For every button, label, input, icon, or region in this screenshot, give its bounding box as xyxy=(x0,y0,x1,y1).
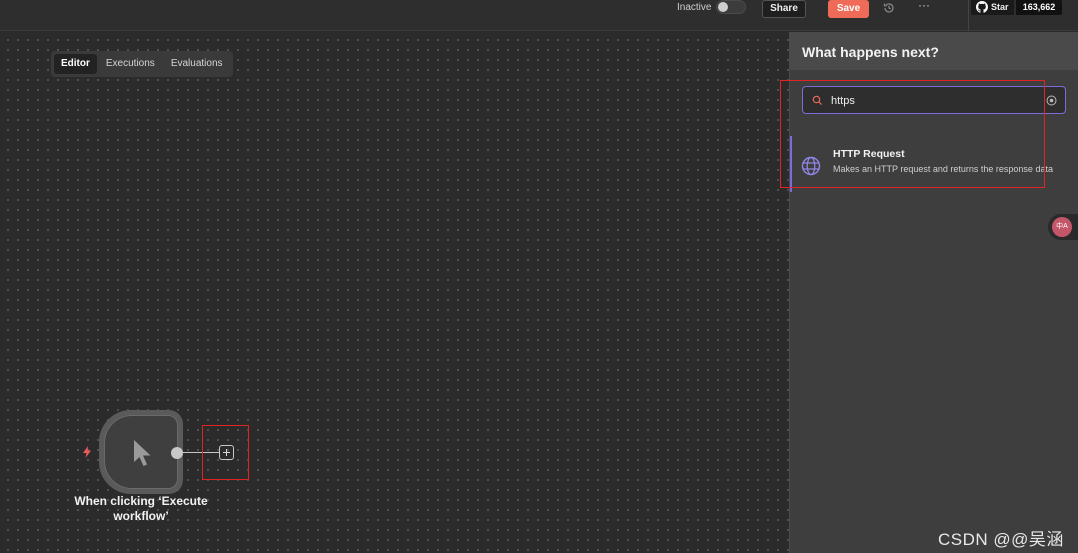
workflow-status-label: Inactive xyxy=(677,2,712,13)
toggle-knob xyxy=(718,2,728,12)
panel-title: What happens next? xyxy=(802,44,939,60)
active-toggle[interactable] xyxy=(716,0,746,14)
save-button[interactable]: Save xyxy=(828,0,869,18)
annotation-highlight-box xyxy=(780,80,1045,188)
tab-evaluations[interactable]: Evaluations xyxy=(164,54,230,74)
node-label: When clicking ‘Execute workflow’ xyxy=(74,494,208,523)
translate-icon: 中A xyxy=(1052,217,1072,237)
history-icon[interactable] xyxy=(882,1,896,15)
top-bar: Inactive Share Save ··· Star 163,662 xyxy=(0,0,1078,31)
node-output-handle[interactable] xyxy=(171,447,183,459)
cursor-icon xyxy=(134,440,151,466)
github-star-label: Star xyxy=(991,2,1009,12)
lightning-icon xyxy=(83,446,91,458)
topbar-divider xyxy=(968,0,969,31)
github-star-button[interactable]: Star xyxy=(971,0,1014,15)
share-button[interactable]: Share xyxy=(762,0,806,18)
node-body xyxy=(104,415,178,489)
github-star-count[interactable]: 163,662 xyxy=(1016,0,1062,15)
panel-header: What happens next? xyxy=(790,32,1078,70)
github-icon xyxy=(976,1,988,13)
clear-search-icon[interactable] xyxy=(1046,95,1057,106)
watermark: CSDN @@吴涵 xyxy=(938,530,1064,549)
tab-editor[interactable]: Editor xyxy=(54,54,97,74)
more-options-icon[interactable]: ··· xyxy=(918,0,930,12)
view-tabs: Editor Executions Evaluations xyxy=(51,51,233,77)
annotation-highlight-box xyxy=(202,425,249,480)
translate-button[interactable]: 中A xyxy=(1048,214,1078,240)
tab-executions[interactable]: Executions xyxy=(99,54,162,74)
